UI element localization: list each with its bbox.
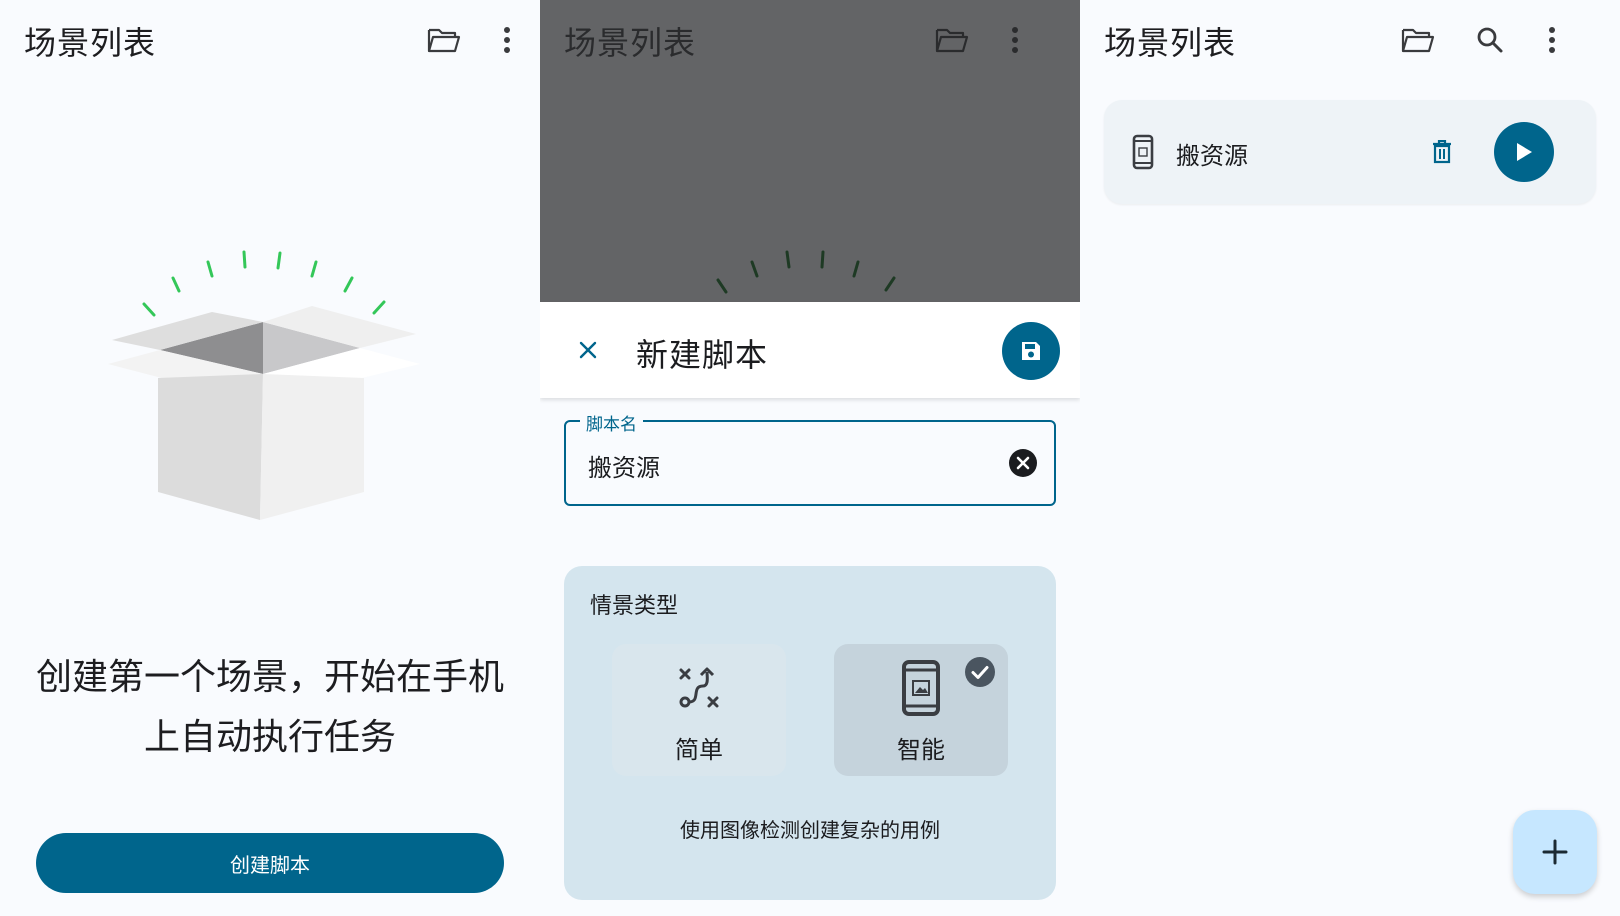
more-vert-icon[interactable]: [1532, 20, 1572, 60]
selected-check-icon: [964, 656, 996, 688]
screens-container: 场景列表 创建第一个场景，开始在手机 上自动执行任务 创建脚本 场景列表 新建脚…: [0, 0, 1620, 916]
type-option-smart[interactable]: 智能: [834, 644, 1008, 776]
top-app-bar: 场景列表: [1080, 0, 1620, 82]
new-script-sheet: 新建脚本 脚本名 搬资源 情景类型 简单 智能 使用图像检测创建复杂的用例: [540, 302, 1080, 916]
sheet-title: 新建脚本: [636, 336, 769, 374]
script-name-label: 脚本名: [580, 410, 643, 435]
type-option-simple-label: 简单: [675, 736, 723, 764]
page-title: 场景列表: [24, 24, 157, 62]
empty-state-screen: 场景列表 创建第一个场景，开始在手机 上自动执行任务 创建脚本: [0, 0, 540, 916]
empty-box-illustration: [100, 240, 440, 540]
dimmed-box-rays: [716, 250, 896, 294]
plus-icon: [1542, 839, 1568, 865]
empty-state-message: 创建第一个场景，开始在手机 上自动执行任务: [20, 648, 520, 768]
save-button[interactable]: [1002, 322, 1060, 380]
sheet-header: 新建脚本: [540, 302, 1080, 398]
script-name-input[interactable]: 搬资源: [588, 448, 660, 483]
empty-message-line-2: 上自动执行任务: [143, 717, 396, 758]
route-icon: [612, 658, 786, 718]
dimmed-background[interactable]: 场景列表: [540, 0, 1080, 302]
add-script-button[interactable]: [1513, 810, 1597, 894]
clear-text-icon[interactable]: [1006, 446, 1040, 480]
scenario-list-screen: 场景列表 搬资源: [1080, 0, 1620, 916]
search-icon[interactable]: [1470, 20, 1510, 60]
folder-open-icon[interactable]: [1398, 20, 1438, 60]
top-app-bar: 场景列表: [0, 0, 540, 82]
page-title: 场景列表: [1104, 24, 1237, 62]
new-script-screen: 场景列表 新建脚本 脚本名 搬资源 情景类型 简单 智能 使用图像检测创建复杂的…: [540, 0, 1080, 916]
more-vert-icon[interactable]: [487, 20, 527, 60]
scenario-type-title: 情景类型: [590, 594, 679, 619]
phone-image-icon: [1132, 134, 1154, 174]
script-name-field[interactable]: 脚本名 搬资源: [564, 410, 1056, 506]
folder-open-icon[interactable]: [424, 20, 464, 60]
play-icon: [1517, 143, 1532, 161]
empty-message-line-1: 创建第一个场景，开始在手机: [35, 657, 504, 698]
close-icon[interactable]: [568, 330, 608, 370]
type-option-smart-label: 智能: [897, 736, 945, 764]
play-button[interactable]: [1494, 122, 1554, 182]
delete-icon[interactable]: [1424, 134, 1460, 170]
scenario-type-description: 使用图像检测创建复杂的用例: [680, 818, 940, 842]
script-list-item[interactable]: 搬资源: [1104, 100, 1596, 204]
save-icon: [1022, 342, 1040, 360]
scenario-type-card: 情景类型 简单 智能 使用图像检测创建复杂的用例: [564, 566, 1056, 900]
script-name: 搬资源: [1176, 142, 1248, 170]
create-script-button[interactable]: 创建脚本: [36, 833, 504, 893]
type-option-simple[interactable]: 简单: [612, 644, 786, 776]
